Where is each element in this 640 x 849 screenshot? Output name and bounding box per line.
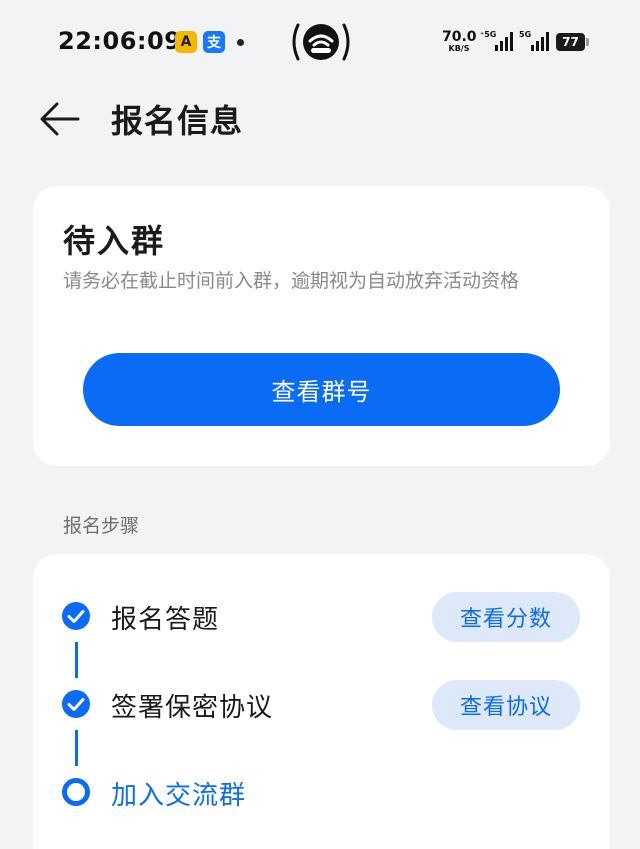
step-label-answer-questions: 报名答题 xyxy=(111,605,220,635)
status-time: 22:06:09 xyxy=(58,27,182,55)
arrow-left-icon[interactable] xyxy=(38,99,82,139)
network-speed-value: 70.0 xyxy=(442,29,477,45)
steps-section-label: 报名步骤 xyxy=(63,515,140,537)
check-circle-icon xyxy=(62,602,90,630)
view-agreement-button[interactable]: 查看协议 xyxy=(432,680,580,730)
step-label-sign-nda: 签署保密协议 xyxy=(111,693,274,723)
app-notification-icon: A xyxy=(175,31,197,53)
signal-strength-icon-2: 5G xyxy=(519,30,553,52)
view-score-button[interactable]: 查看分数 xyxy=(432,592,580,642)
network-speed: 70.0 KB/S xyxy=(442,29,477,53)
network-speed-unit: KB/S xyxy=(448,44,470,53)
battery-icon: 77 xyxy=(556,33,585,51)
status-bar: 22:06:09 A 支 70.0 KB/S ⁺5G 5G 77 xyxy=(0,0,640,86)
status-description: 请务必在截止时间前入群，逾期视为自动放弃活动资格 xyxy=(63,270,520,292)
step-connector xyxy=(75,730,78,766)
view-group-number-button[interactable]: 查看群号 xyxy=(83,353,560,426)
check-circle-icon xyxy=(62,690,90,718)
ring-circle-icon xyxy=(62,778,90,806)
battery-cap xyxy=(586,38,589,46)
steps-card: 报名答题 查看分数 签署保密协议 查看协议 加入交流群 xyxy=(33,554,610,849)
screen: 22:06:09 A 支 70.0 KB/S ⁺5G 5G 77 报名信息 待入… xyxy=(0,0,640,849)
more-notifications-dot xyxy=(237,39,244,46)
step-connector xyxy=(75,642,78,678)
page-title: 报名信息 xyxy=(111,102,244,140)
status-card: 待入群 请务必在截止时间前入群，逾期视为自动放弃活动资格 查看群号 xyxy=(33,186,610,466)
alipay-notification-icon: 支 xyxy=(203,31,225,53)
signal-strength-icon: ⁺5G xyxy=(480,30,514,52)
hotspot-icon xyxy=(292,23,350,61)
status-title: 待入群 xyxy=(63,222,166,260)
step-label-join-group: 加入交流群 xyxy=(111,781,247,811)
